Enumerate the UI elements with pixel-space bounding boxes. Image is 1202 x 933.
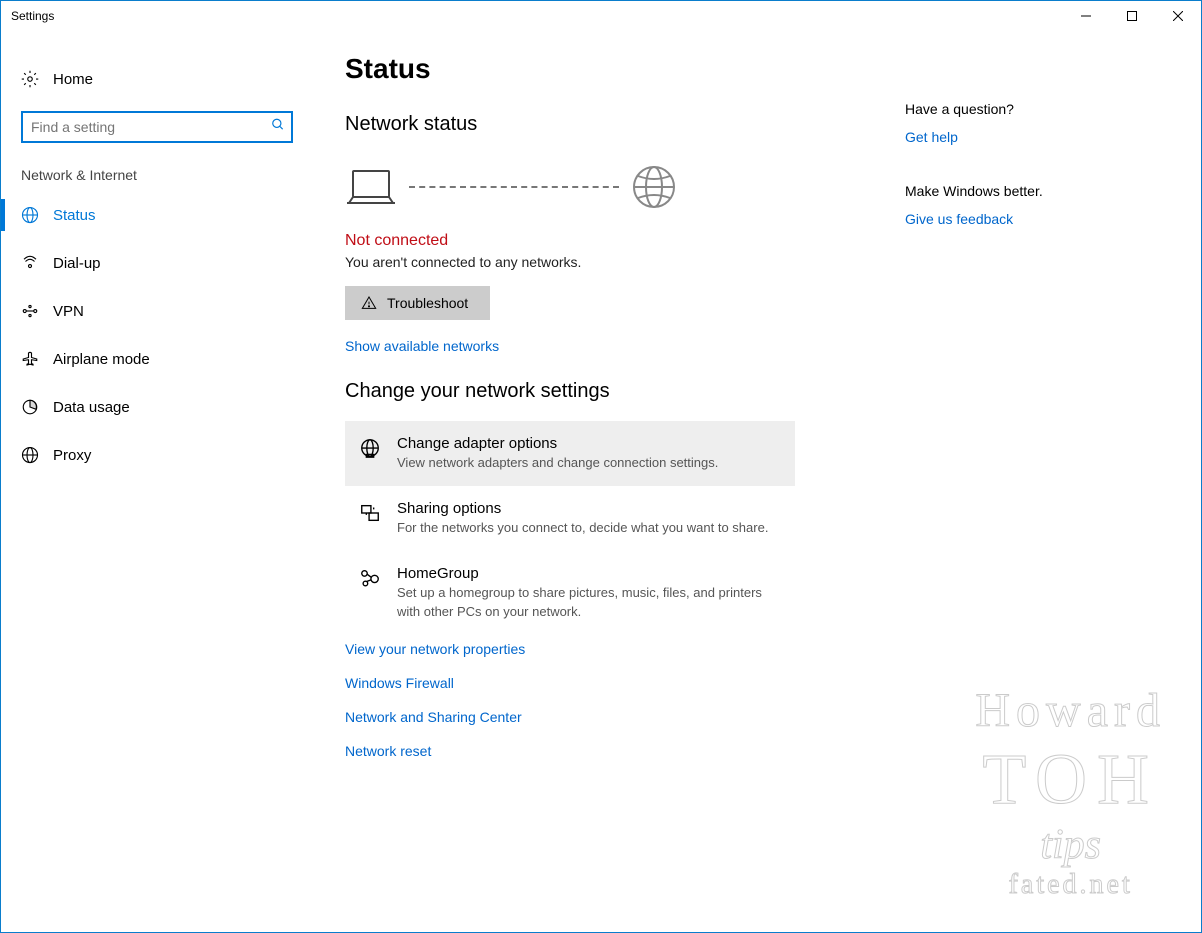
option-desc: Set up a homegroup to share pictures, mu… (397, 584, 781, 620)
network-status-heading: Network status (345, 113, 905, 136)
sidebar-item-status[interactable]: Status (1, 191, 313, 239)
sidebar: Home Network & Internet Status Dial-up V… (1, 31, 313, 932)
change-settings-heading: Change your network settings (345, 380, 905, 403)
sidebar-item-label: Data usage (53, 399, 130, 416)
gear-icon (21, 70, 39, 88)
close-button[interactable] (1155, 1, 1201, 31)
datausage-icon (21, 398, 39, 416)
maximize-button[interactable] (1109, 1, 1155, 31)
search-icon (271, 118, 285, 137)
sidebar-item-airplane[interactable]: Airplane mode (1, 335, 313, 383)
option-adapter[interactable]: Change adapter options View network adap… (345, 421, 795, 486)
troubleshoot-label: Troubleshoot (387, 295, 468, 311)
homegroup-icon (359, 567, 381, 589)
show-networks-link[interactable]: Show available networks (345, 338, 499, 354)
vpn-icon (21, 302, 39, 320)
option-desc: View network adapters and change connect… (397, 454, 781, 472)
window-controls (1063, 1, 1201, 31)
sharing-center-link[interactable]: Network and Sharing Center (345, 709, 905, 725)
network-diagram (345, 150, 905, 232)
connection-line (409, 186, 619, 188)
right-pane: Have a question? Get help Make Windows b… (905, 53, 1171, 932)
troubleshoot-button[interactable]: Troubleshoot (345, 286, 490, 320)
network-reset-link[interactable]: Network reset (345, 743, 905, 759)
sharing-icon (359, 502, 381, 524)
main-content: Status Network status Not connected You … (313, 31, 1201, 932)
get-help-link[interactable]: Get help (905, 129, 958, 145)
option-title: HomeGroup (397, 565, 781, 582)
airplane-icon (21, 350, 39, 368)
option-title: Change adapter options (397, 435, 781, 452)
laptop-icon (345, 167, 397, 207)
connection-state: Not connected (345, 232, 905, 250)
option-desc: For the networks you connect to, decide … (397, 519, 781, 537)
sidebar-item-proxy[interactable]: Proxy (1, 431, 313, 479)
option-homegroup[interactable]: HomeGroup Set up a homegroup to share pi… (345, 551, 795, 634)
sidebar-item-label: Status (53, 207, 96, 224)
warning-icon (361, 295, 377, 311)
window-title: Settings (11, 9, 1063, 23)
home-nav[interactable]: Home (1, 57, 313, 101)
sidebar-item-label: Dial-up (53, 255, 101, 272)
home-label: Home (53, 71, 93, 88)
question-title: Have a question? (905, 101, 1171, 117)
minimize-button[interactable] (1063, 1, 1109, 31)
option-sharing[interactable]: Sharing options For the networks you con… (345, 486, 795, 551)
sidebar-item-dialup[interactable]: Dial-up (1, 239, 313, 287)
option-title: Sharing options (397, 500, 781, 517)
proxy-icon (21, 446, 39, 464)
feedback-title: Make Windows better. (905, 183, 1171, 199)
connection-description: You aren't connected to any networks. (345, 254, 905, 270)
titlebar: Settings (1, 1, 1201, 31)
sidebar-item-vpn[interactable]: VPN (1, 287, 313, 335)
adapter-icon (359, 437, 381, 459)
dialup-icon (21, 254, 39, 272)
sidebar-item-label: Proxy (53, 447, 91, 464)
sidebar-item-label: VPN (53, 303, 84, 320)
view-properties-link[interactable]: View your network properties (345, 641, 905, 657)
sidebar-section-header: Network & Internet (1, 157, 313, 191)
sidebar-item-datausage[interactable]: Data usage (1, 383, 313, 431)
globe-large-icon (631, 164, 677, 210)
firewall-link[interactable]: Windows Firewall (345, 675, 905, 691)
sidebar-item-label: Airplane mode (53, 351, 150, 368)
page-title: Status (345, 53, 905, 85)
globe-icon (21, 206, 39, 224)
search-input[interactable] (21, 111, 293, 143)
feedback-link[interactable]: Give us feedback (905, 211, 1013, 227)
